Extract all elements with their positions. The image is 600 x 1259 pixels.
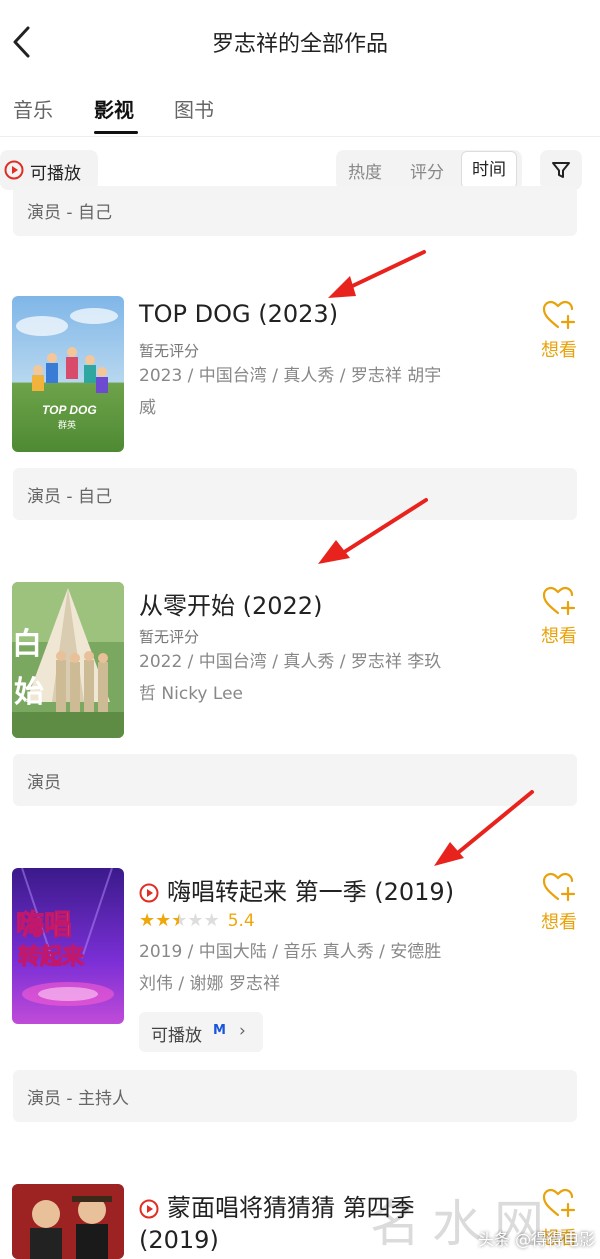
star-half-icon: ★ — [171, 910, 188, 931]
play-source-label: 可播放 — [151, 1026, 202, 1046]
play-circle-icon — [4, 160, 24, 180]
watermark-source: 头条 @得得电影 — [478, 1230, 596, 1249]
role-bar: 演员 - 主持人 — [13, 1070, 577, 1122]
category-tabs: 音乐 影视 图书 — [0, 84, 600, 137]
tab-books[interactable]: 图书 — [174, 94, 214, 123]
want-to-watch-button[interactable]: 想看 — [536, 586, 582, 648]
star-icon: ★ — [203, 910, 220, 931]
poster-title: 白 — [12, 627, 42, 662]
sort-rating[interactable]: 评分 — [410, 158, 444, 183]
star-icon: ★ — [155, 910, 172, 931]
heart-plus-icon — [542, 300, 576, 330]
poster-art: TOP DOG 群英 — [12, 296, 124, 452]
playable-filter-label: 可播放 — [30, 164, 81, 184]
work-title-line2: (2019) — [139, 1226, 219, 1254]
poster-image[interactable] — [12, 1184, 124, 1259]
want-to-watch-label: 想看 — [541, 912, 577, 933]
work-title[interactable]: 嗨唱转起来 第一季 (2019) — [139, 872, 454, 907]
tab-music[interactable]: 音乐 — [13, 94, 53, 123]
poster-image[interactable]: 白 始 — [12, 582, 124, 738]
poster-art: 嗨唱 转起来 — [12, 868, 124, 1024]
want-to-watch-label: 想看 — [541, 340, 577, 361]
poster-subtitle: 转起来 — [18, 944, 85, 970]
role-text: 演员 — [27, 773, 61, 793]
annotation-arrow-icon — [434, 790, 534, 866]
active-tab-indicator — [94, 131, 138, 134]
poster-image[interactable]: TOP DOG 群英 — [12, 296, 124, 452]
heart-plus-icon — [542, 872, 576, 902]
poster-art: 白 始 — [12, 582, 124, 738]
no-rating-text: 暂无评分 — [139, 628, 200, 646]
work-meta-line2: 威 — [139, 398, 156, 418]
role-bar: 演员 - 自己 — [13, 468, 577, 520]
poster-art — [12, 1184, 124, 1259]
role-bar: 演员 - 自己 — [13, 186, 577, 236]
heart-plus-icon — [542, 586, 576, 616]
work-meta-line1: 2023 / 中国台湾 / 真人秀 / 罗志祥 胡宇 — [139, 366, 442, 386]
role-text: 演员 - 自己 — [27, 203, 112, 223]
work-title[interactable]: TOP DOG (2023) — [139, 300, 338, 328]
annotation-arrow-icon — [328, 250, 426, 298]
poster-title: TOP DOG — [42, 403, 97, 417]
work-meta-line2: 哲 Nicky Lee — [139, 684, 243, 704]
chevron-right-icon: › — [239, 1021, 246, 1041]
role-text: 演员 - 主持人 — [27, 1089, 129, 1109]
work-meta-line1: 2022 / 中国台湾 / 真人秀 / 罗志祥 李玖 — [139, 652, 442, 672]
mango-tv-logo-icon: M — [213, 1023, 226, 1038]
play-source-button[interactable]: 可播放 M › — [139, 1012, 263, 1052]
want-to-watch-label: 想看 — [541, 626, 577, 647]
star-icon: ★ — [187, 910, 204, 931]
rating-score: 5.4 — [227, 911, 255, 931]
sort-popularity[interactable]: 热度 — [348, 158, 382, 183]
work-meta-line1: 2019 / 中国大陆 / 音乐 真人秀 / 安德胜 — [139, 942, 442, 962]
header: 罗志祥的全部作品 — [0, 0, 600, 84]
playable-filter-chip[interactable]: 可播放 — [0, 150, 98, 190]
want-to-watch-button[interactable]: 想看 — [536, 300, 582, 362]
work-title[interactable]: 从零开始 (2022) — [139, 586, 322, 621]
sort-time[interactable]: 时间 — [461, 151, 517, 189]
filter-funnel-icon — [552, 162, 570, 178]
play-circle-icon — [139, 1199, 159, 1219]
page-title: 罗志祥的全部作品 — [211, 32, 388, 57]
play-circle-icon — [139, 883, 159, 903]
want-to-watch-button[interactable]: 想看 — [536, 872, 582, 934]
sort-options: 热度 评分 时间 — [336, 150, 522, 190]
annotation-arrow-icon — [318, 498, 428, 564]
tab-film-tv[interactable]: 影视 — [94, 94, 134, 123]
work-title-text: 嗨唱转起来 第一季 (2019) — [167, 878, 455, 906]
poster-title: 嗨唱 — [16, 908, 72, 941]
no-rating-text: 暂无评分 — [139, 342, 200, 360]
filter-button[interactable] — [540, 150, 582, 190]
poster-subtitle: 始 — [14, 675, 44, 710]
poster-image[interactable]: 嗨唱 转起来 — [12, 868, 124, 1024]
role-text: 演员 - 自己 — [27, 487, 112, 507]
star-rating: ★★★★★ 5.4 — [139, 910, 255, 931]
star-icon: ★ — [139, 910, 156, 931]
work-meta-line2: 刘伟 / 谢娜 罗志祥 — [139, 974, 280, 994]
poster-subtitle: 群英 — [58, 419, 76, 431]
